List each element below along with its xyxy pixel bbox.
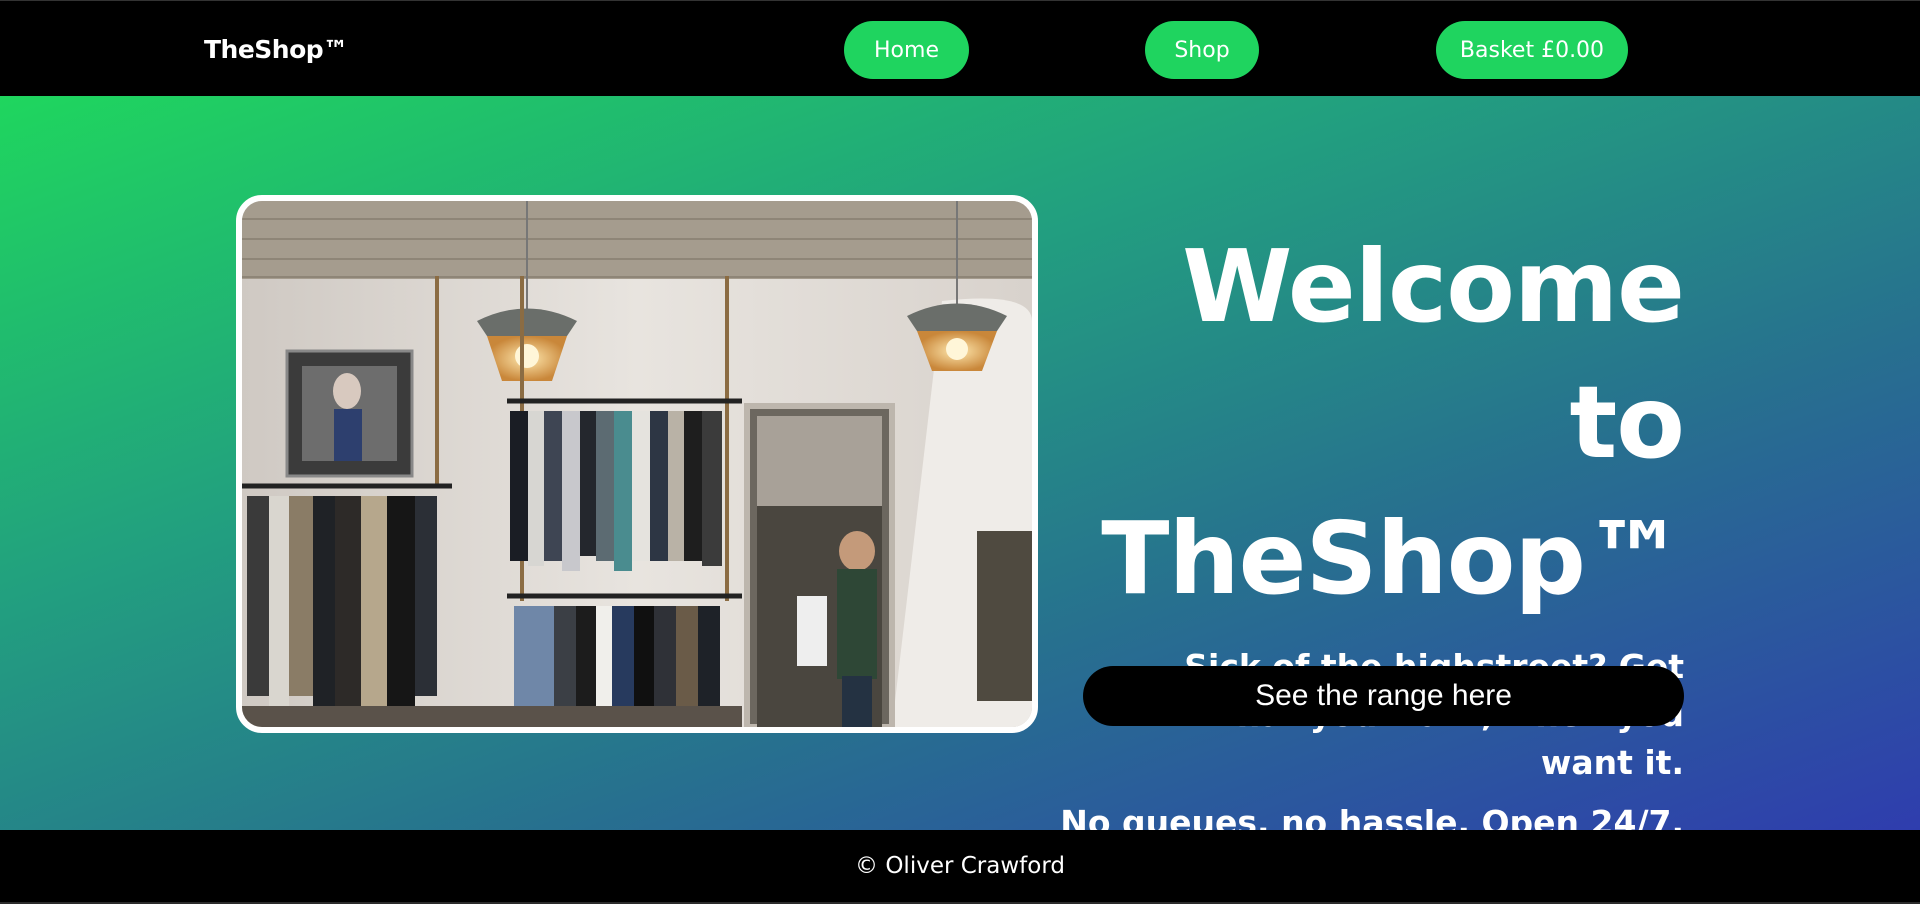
hero-headline: Welcome to TheShop™ bbox=[1101, 228, 1685, 617]
hero-section: Welcome to TheShop™ Sick of the highstre… bbox=[0, 96, 1920, 830]
hero-tagline-2: No queues, no hassle. Open 24/7. bbox=[1060, 803, 1684, 830]
footer: © Oliver Crawford bbox=[0, 830, 1920, 904]
store-photo bbox=[236, 195, 1038, 733]
hero-text-block: Welcome to TheShop™ Sick of the highstre… bbox=[1060, 219, 1685, 830]
nav-shop-button[interactable]: Shop bbox=[1145, 21, 1259, 79]
see-range-button[interactable]: See the range here bbox=[1083, 666, 1684, 726]
clothing-store-illustration bbox=[242, 201, 1032, 727]
copyright-text: © Oliver Crawford bbox=[855, 853, 1065, 879]
nav-home-button[interactable]: Home bbox=[844, 21, 969, 79]
nav-basket-button[interactable]: Basket £0.00 bbox=[1436, 21, 1628, 79]
navbar: TheShop™ Home Shop Basket £0.00 bbox=[0, 0, 1920, 96]
brand-logo[interactable]: TheShop™ bbox=[204, 35, 348, 64]
